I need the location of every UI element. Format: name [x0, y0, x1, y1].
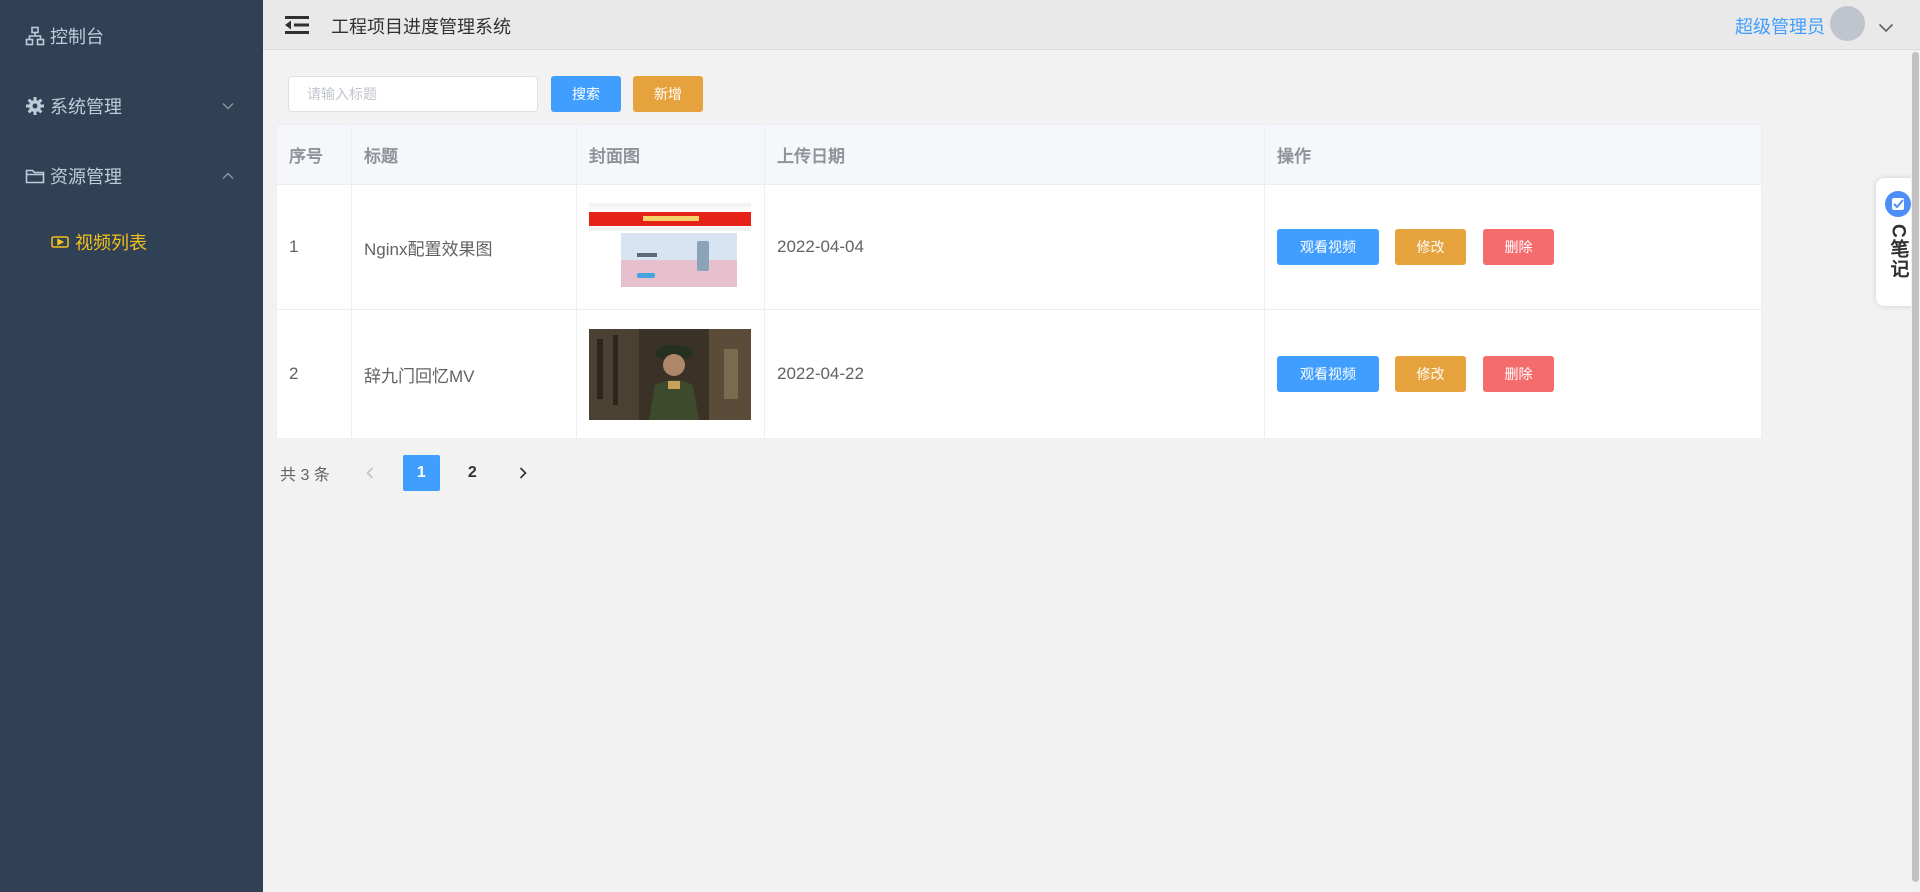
sidebar-item-system[interactable]: 系统管理 — [0, 78, 263, 134]
edit-button[interactable]: 修改 — [1395, 229, 1466, 265]
sidebar-item-label: 视频列表 — [75, 233, 147, 253]
column-header: 上传日期 — [764, 124, 1265, 185]
row-actions: 观看视频 修改 删除 — [1264, 309, 1762, 439]
user-name[interactable]: 超级管理员 — [1735, 13, 1825, 39]
sidebar-item-label: 控制台 — [50, 27, 104, 47]
row-cover — [576, 184, 765, 310]
video-table: 序号 标题 封面图 上传日期 操作 1 Nginx配置效果图 2022-04-0… — [276, 124, 1762, 439]
row-date: 2022-04-22 — [764, 309, 1265, 439]
add-button[interactable]: 新增 — [633, 76, 703, 112]
video-icon — [49, 231, 71, 253]
chevron-right-icon — [520, 467, 527, 479]
watch-video-button[interactable]: 观看视频 — [1277, 356, 1379, 392]
note-widget-label: C笔记 — [1887, 224, 1909, 279]
row-date: 2022-04-04 — [764, 184, 1265, 310]
chevron-down-icon — [221, 99, 235, 113]
next-page-button[interactable] — [505, 455, 542, 491]
avatar[interactable] — [1830, 6, 1865, 41]
sidebar-item-label: 资源管理 — [50, 167, 122, 187]
row-title: 辞九门回忆MV — [351, 309, 577, 439]
page-button-2[interactable]: 2 — [454, 455, 491, 491]
sidebar: 控制台 系统管理 资源管理 视频列表 — [0, 0, 263, 892]
sitemap-icon — [24, 25, 46, 47]
main-content: 搜索 新增 序号 标题 封面图 上传日期 操作 1 Nginx配置效果图 — [263, 50, 1920, 892]
delete-button[interactable]: 删除 — [1483, 229, 1554, 265]
sidebar-item-dashboard[interactable]: 控制台 — [0, 8, 263, 64]
top-header: 工程项目进度管理系统 超级管理员 — [263, 0, 1920, 50]
chevron-up-icon — [221, 169, 235, 183]
chevron-down-icon[interactable] — [1878, 20, 1894, 36]
table-row: 1 Nginx配置效果图 2022-04-04 观看视频 修改 删除 — [276, 184, 1762, 310]
cover-image[interactable] — [589, 203, 751, 291]
note-icon — [1885, 191, 1911, 217]
page-title: 工程项目进度管理系统 — [331, 17, 511, 37]
column-header: 操作 — [1264, 124, 1762, 185]
row-actions: 观看视频 修改 删除 — [1264, 184, 1762, 310]
scrollbar[interactable] — [1911, 52, 1920, 892]
pagination: 共 3 条 1 2 — [280, 455, 556, 491]
sidebar-item-label: 系统管理 — [50, 97, 122, 117]
edit-button[interactable]: 修改 — [1395, 356, 1466, 392]
page-button-1[interactable]: 1 — [402, 455, 440, 491]
row-title: Nginx配置效果图 — [351, 184, 577, 310]
gear-icon — [24, 95, 46, 117]
search-button[interactable]: 搜索 — [551, 76, 621, 112]
pagination-total: 共 3 条 — [280, 467, 330, 484]
folder-icon — [24, 165, 46, 187]
cover-image[interactable] — [589, 328, 751, 420]
menu-toggle-icon[interactable] — [285, 14, 309, 36]
sidebar-item-video-list[interactable]: 视频列表 — [0, 214, 263, 270]
scrollbar-thumb[interactable] — [1912, 52, 1919, 882]
row-index: 1 — [276, 184, 352, 310]
table-row: 2 辞九门回忆MV 2022-04-22 观看视频 修改 删除 — [276, 309, 1762, 439]
delete-button[interactable]: 删除 — [1483, 356, 1554, 392]
column-header: 序号 — [276, 124, 352, 185]
row-cover — [576, 309, 765, 439]
watch-video-button[interactable]: 观看视频 — [1277, 229, 1379, 265]
row-index: 2 — [276, 309, 352, 439]
search-input[interactable] — [288, 76, 538, 112]
chevron-left-icon — [366, 467, 374, 479]
sidebar-item-resources[interactable]: 资源管理 — [0, 148, 263, 204]
column-header: 标题 — [351, 124, 577, 185]
table-header-row: 序号 标题 封面图 上传日期 操作 — [276, 124, 1762, 185]
column-header: 封面图 — [576, 124, 765, 185]
prev-page-button[interactable] — [352, 455, 389, 491]
